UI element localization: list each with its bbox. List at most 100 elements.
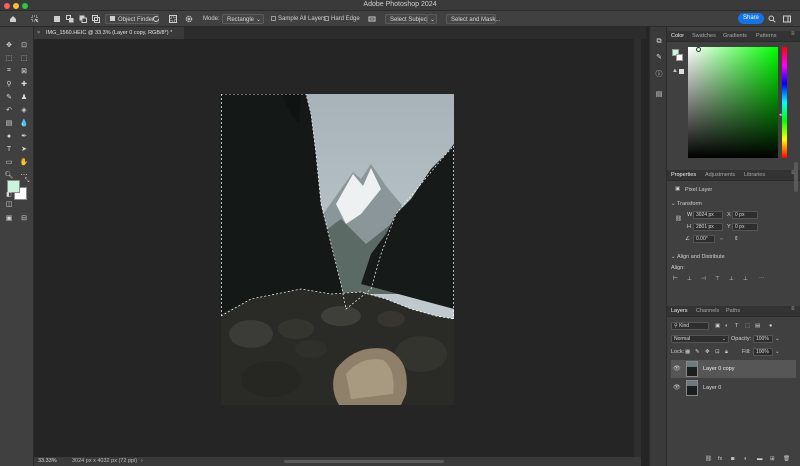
align-top-icon[interactable]: ⊤ [715,276,720,282]
filter-toggle-icon[interactable]: ● [769,323,772,329]
mode-select[interactable]: Rectangle ⌄ [222,14,264,24]
tab-color[interactable]: Color [671,31,684,42]
fill-input[interactable]: 100% [753,348,773,356]
background-mini-swatch[interactable] [676,54,683,61]
marquee-tool-icon[interactable]: ⬚ [4,53,14,63]
tab-properties[interactable]: Properties [671,170,696,181]
search-icon[interactable] [768,15,776,23]
tab-adjustments[interactable]: Adjustments [705,170,735,181]
screen-mode-icon[interactable]: ▣ [4,213,14,223]
horizontal-scrollbar[interactable] [284,460,444,463]
align-chevron-icon[interactable]: ⌄ [671,254,676,260]
chevron-down-icon[interactable]: ⌄ [775,349,780,355]
history-brush-tool-icon[interactable]: ↶ [4,105,14,115]
width-input[interactable]: 3024 px [693,211,723,219]
align-middle-icon[interactable]: ⊥ [729,276,734,282]
share-button[interactable]: Share [738,13,764,24]
eye-icon[interactable]: 👁︎ [673,365,681,372]
cloud-device-icon[interactable] [368,15,376,23]
blend-mode-select[interactable]: Normal ⌄ [671,335,729,343]
object-selection-tool-icon[interactable] [31,15,39,23]
object-finder-toggle[interactable]: Object Finder [105,14,160,24]
add-to-selection-icon[interactable] [66,15,74,23]
tab-gradients[interactable]: Gradients [723,31,747,42]
blur-tool-icon[interactable]: 💧 [19,118,29,128]
tab-channels[interactable]: Channels [696,306,719,317]
frame-tool-icon[interactable]: ⊠ [19,66,29,76]
eyedropper-tool-icon[interactable]: ⚲ [4,79,14,89]
panel-menu-icon[interactable]: ≡ [791,31,795,37]
path-selection-tool-icon[interactable]: ➤ [19,144,29,154]
show-all-objects-icon[interactable] [169,15,177,23]
move-tool-icon[interactable]: ✥ [4,40,14,50]
link-layers-icon[interactable]: ⛓ [705,456,712,462]
clone-stamp-tool-icon[interactable]: ♟ [19,92,29,102]
settings-gear-icon[interactable] [185,15,193,23]
zoom-level[interactable]: 33.33% [38,457,57,466]
hand-tool-icon[interactable]: ✋ [19,157,29,167]
eye-icon[interactable]: 👁︎ [673,384,681,391]
lock-position-icon[interactable]: ✥ [705,349,710,355]
more-options-icon[interactable]: ⋯ [759,276,765,282]
brush-settings-icon[interactable]: ✎ [654,52,664,62]
panel-menu-icon[interactable]: ≡ [791,306,795,312]
artboard-tool-icon[interactable]: ⊡ [19,40,29,50]
comments-panel-icon[interactable]: ▤ [654,89,664,99]
new-group-icon[interactable]: ▬ [757,456,763,462]
hard-edge-checkbox[interactable]: Hard Edge [324,14,360,24]
filter-smart-object-icon[interactable]: ▤ [755,323,760,329]
align-bottom-icon[interactable]: ⊥ [743,276,748,282]
y-input[interactable]: 0 px [732,223,758,231]
vertical-scrollbar[interactable] [634,39,641,457]
align-center-icon[interactable]: ⊥ [687,276,692,282]
home-icon[interactable] [9,15,17,23]
object-selection-tool-icon[interactable]: ⬚ [19,53,29,63]
spot-healing-tool-icon[interactable]: ✚ [19,79,29,89]
lock-artboard-icon[interactable]: ⊡ [715,349,720,355]
flip-vertical-icon[interactable]: ⇕ [734,236,739,242]
dodge-tool-icon[interactable]: ● [4,131,14,141]
link-icon[interactable]: ⛓ [675,216,682,222]
document-image[interactable] [221,94,454,405]
history-panel-icon[interactable]: ⧉ [654,37,664,47]
tab-swatches[interactable]: Swatches [692,31,716,42]
default-colors-icon[interactable]: ◧ [4,189,14,199]
tab-layers[interactable]: Layers [671,306,688,317]
intersect-selection-icon[interactable] [92,15,100,23]
hue-slider-handle[interactable]: ◂ [779,112,782,118]
eraser-tool-icon[interactable]: ◈ [19,105,29,115]
align-right-icon[interactable]: ⊣ [701,276,706,282]
align-left-icon[interactable]: ⊢ [673,276,678,282]
tab-libraries[interactable]: Libraries [744,170,765,181]
sample-all-layers-checkbox[interactable]: Sample All Layers [271,14,326,24]
new-selection-icon[interactable] [53,15,61,23]
transform-chevron-icon[interactable]: ⌄ [671,201,676,207]
status-chevron-icon[interactable]: › [141,457,143,466]
subtract-from-selection-icon[interactable] [79,15,87,23]
properties-scrollbar[interactable] [794,162,798,192]
workspace-icon[interactable] [783,15,791,23]
info-panel-icon[interactable]: ⓘ [654,69,664,79]
layer-row[interactable]: 👁︎ Layer 0 [671,379,796,397]
edit-toolbar-icon[interactable]: ⊟ [19,213,29,223]
tab-patterns[interactable]: Patterns [756,31,776,42]
gradient-tool-icon[interactable]: ▤ [4,118,14,128]
hue-slider[interactable] [782,47,787,158]
opacity-input[interactable]: 100% [753,335,773,343]
flip-horizontal-icon[interactable]: ⇔ [719,236,725,242]
filter-adjustment-icon[interactable]: ◐ [725,323,728,329]
select-and-mask-button[interactable]: Select and Mask... [446,14,500,24]
color-field[interactable] [688,47,778,158]
layer-effects-icon[interactable]: fx [718,456,722,462]
tab-close-icon[interactable]: × [37,27,40,39]
add-mask-icon[interactable]: ◙ [731,456,734,462]
lock-transparent-icon[interactable]: ▦ [685,349,690,355]
pen-tool-icon[interactable]: ✒ [19,131,29,141]
rectangle-tool-icon[interactable]: ▭ [4,157,14,167]
x-input[interactable]: 0 px [732,211,758,219]
quick-mask-icon[interactable]: ◫ [4,199,14,209]
type-tool-icon[interactable]: T [4,144,14,154]
filter-pixel-icon[interactable]: ▣ [715,323,720,329]
layer-row-selected[interactable]: 👁︎ Layer 0 copy [671,360,796,378]
document-tab[interactable]: × IMG_1560.HEIC @ 33.3% (Layer 0 copy, R… [34,27,184,39]
